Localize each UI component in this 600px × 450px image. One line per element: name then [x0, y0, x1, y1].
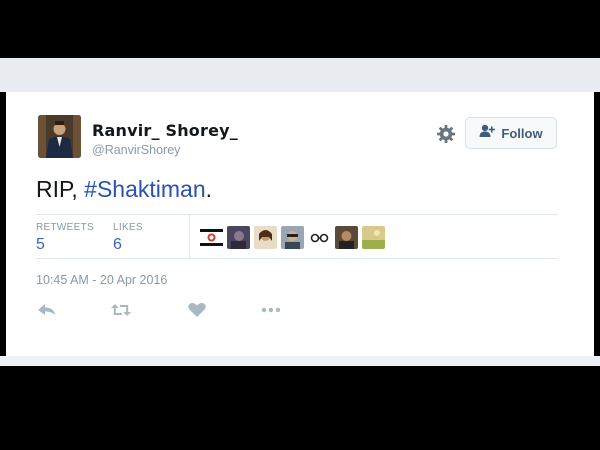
tweet-text-prefix: RIP, — [36, 176, 85, 202]
follow-user-icon — [479, 124, 496, 142]
next-tweet-fragment — [0, 356, 600, 366]
blurred-previous-tweet-text — [40, 78, 220, 90]
liker-avatar-5[interactable] — [308, 226, 331, 249]
retweet-icon[interactable] — [110, 301, 132, 319]
stats-separator — [189, 215, 190, 258]
tweet-text: RIP, #Shaktiman. — [36, 175, 212, 203]
author-avatar[interactable] — [38, 115, 81, 158]
tweet-timestamp[interactable]: 10:45 AM - 20 Apr 2016 — [36, 273, 167, 287]
hashtag-link[interactable]: #Shaktiman — [84, 176, 205, 202]
tweet-text-suffix: . — [205, 176, 213, 202]
liker-avatar-2[interactable] — [227, 226, 250, 249]
divider — [36, 214, 558, 215]
follow-label: Follow — [501, 125, 543, 141]
liker-avatars — [200, 226, 385, 249]
retweets-label: RETWEETS — [36, 222, 94, 233]
divider — [36, 258, 558, 259]
liker-avatar-1[interactable] — [200, 226, 223, 249]
author-handle[interactable]: @RanvirShorey — [92, 143, 180, 157]
liker-avatar-7[interactable] — [362, 226, 385, 249]
follow-button[interactable]: Follow — [465, 117, 557, 149]
likes-count: 6 — [113, 236, 122, 253]
more-icon[interactable] — [260, 301, 282, 319]
like-heart-icon[interactable] — [186, 301, 208, 319]
previous-tweet-fragment — [0, 58, 600, 92]
blurred-next-tweet-text — [36, 358, 236, 366]
retweets-count: 5 — [36, 236, 45, 253]
likes-stat[interactable]: LIKES 6 — [113, 222, 143, 254]
liker-avatar-6[interactable] — [335, 226, 358, 249]
author-display-name[interactable]: Ranvir_ Shorey_ — [92, 121, 238, 140]
likes-label: LIKES — [113, 222, 143, 233]
settings-gear-icon[interactable] — [436, 124, 456, 144]
embedded-tweet-card: Ranvir_ Shorey_ @RanvirShorey Follow RIP… — [6, 92, 594, 356]
retweets-stat[interactable]: RETWEETS 5 — [36, 222, 94, 254]
liker-avatar-3[interactable] — [254, 226, 277, 249]
reply-icon[interactable] — [36, 301, 58, 319]
liker-avatar-4[interactable] — [281, 226, 304, 249]
